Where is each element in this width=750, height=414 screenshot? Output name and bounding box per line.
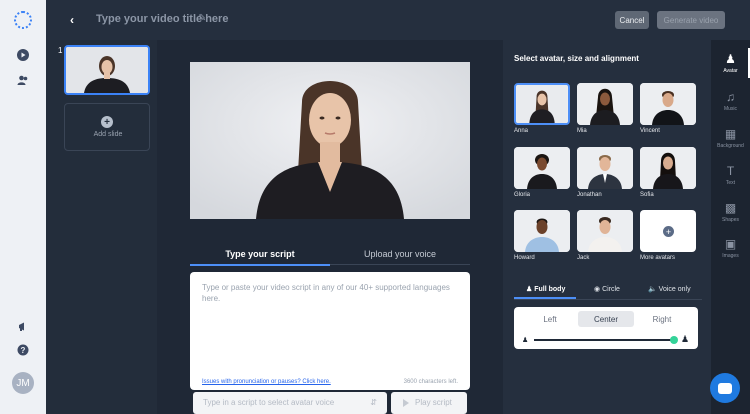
add-slide-button[interactable]: + Add slide xyxy=(64,103,150,151)
script-placeholder: Type or paste your video script in any o… xyxy=(202,283,450,303)
avatar-name: Vincent xyxy=(640,128,660,134)
background-grid-icon: ▦ xyxy=(724,127,737,141)
align-left-option[interactable]: Left xyxy=(522,311,578,327)
slide-avatar-image xyxy=(66,47,148,93)
slides-panel: 1 + Add slide xyxy=(46,40,157,414)
avatar-person-icon: ♟ xyxy=(725,52,736,66)
avatar-card-jonathan[interactable] xyxy=(577,147,633,189)
user-avatar[interactable]: JM xyxy=(12,372,34,394)
avatar-name: Gloria xyxy=(514,192,531,198)
avatar-card-sofia[interactable] xyxy=(640,147,696,189)
large-person-icon: ♟ xyxy=(681,334,690,344)
voice-select[interactable]: Type in a script to select avatar voice … xyxy=(193,392,387,414)
top-bar: ‹ Type your video title here ✎ Cancel Ge… xyxy=(46,0,750,40)
pronunciation-help-link[interactable]: Issues with pronunciation or pauses? Cli… xyxy=(202,379,331,385)
back-chevron-icon[interactable]: ‹ xyxy=(70,13,74,27)
video-preview[interactable] xyxy=(190,62,470,219)
video-title-input[interactable]: Type your video title here xyxy=(96,13,228,25)
add-slide-label: Add slide xyxy=(93,131,123,138)
megaphone-icon[interactable] xyxy=(15,318,31,334)
tab-type-script[interactable]: Type your script xyxy=(190,249,330,266)
tab-circle-label: Circle xyxy=(602,286,620,293)
avatar-name: More avatars xyxy=(640,255,676,261)
tool-label: Avatar xyxy=(723,68,738,74)
avatar-name: Jack xyxy=(577,255,590,261)
person-icon: ♟ xyxy=(526,286,533,293)
tab-voice-only-label: Voice only xyxy=(658,286,691,293)
generate-video-button[interactable]: Generate video xyxy=(657,11,725,29)
tool-music[interactable]: ♫ Music xyxy=(711,90,750,112)
plus-icon: + xyxy=(663,226,674,237)
tab-full-body-label: Full body xyxy=(534,286,566,293)
avatar-name: Sofia xyxy=(640,192,654,198)
updown-chevron-icon: ⇵ xyxy=(370,398,377,407)
avatar-shape-tabs: ♟ Full body ◉ Circle 🔈 Voice only xyxy=(514,282,702,300)
chat-support-button[interactable] xyxy=(710,373,740,403)
avatar-name: Jonathan xyxy=(577,192,602,198)
avatar-card-jack[interactable] xyxy=(577,210,633,252)
characters-left: 3600 characters left. xyxy=(403,379,458,385)
align-center-option[interactable]: Center xyxy=(578,311,634,327)
play-script-label: Play script xyxy=(415,398,452,407)
tool-label: Shapes xyxy=(722,217,739,223)
tool-background[interactable]: ▦ Background xyxy=(711,127,750,149)
tab-upload-voice[interactable]: Upload your voice xyxy=(330,249,470,259)
avatar-name: Howard xyxy=(514,255,535,261)
tab-voice-only[interactable]: 🔈 Voice only xyxy=(648,285,691,293)
plus-icon: + xyxy=(101,116,113,128)
align-right-option[interactable]: Right xyxy=(634,311,690,327)
alignment-control: Left Center Right ♟ ♟ xyxy=(514,307,698,349)
tab-circle[interactable]: ◉ Circle xyxy=(594,285,620,293)
music-note-icon: ♫ xyxy=(726,90,735,104)
image-icon: ▣ xyxy=(724,237,737,251)
play-icon xyxy=(403,399,409,407)
more-avatars-button[interactable]: + xyxy=(640,210,696,252)
tool-text[interactable]: T Text xyxy=(711,164,750,186)
avatar-panel: Select avatar, size and alignment Anna M… xyxy=(503,40,711,414)
play-icon[interactable] xyxy=(15,47,31,63)
people-icon[interactable] xyxy=(15,72,31,88)
pencil-icon[interactable]: ✎ xyxy=(198,13,206,24)
logo-icon[interactable] xyxy=(14,11,32,29)
tool-label: Background xyxy=(717,143,744,149)
size-slider-handle[interactable] xyxy=(670,336,678,344)
speaker-icon: 🔈 xyxy=(648,286,657,293)
avatar-card-anna[interactable] xyxy=(514,83,570,125)
slide-number: 1 xyxy=(58,46,63,55)
avatar-card-howard[interactable] xyxy=(514,210,570,252)
avatar-name: Anna xyxy=(514,128,529,134)
preview-avatar-image xyxy=(190,62,470,219)
avatar-name: Mia xyxy=(577,128,587,134)
chat-bubble-icon xyxy=(718,382,732,394)
tool-sidebar: ♟ Avatar ♫ Music ▦ Background T Text ▩ S… xyxy=(711,40,750,414)
cancel-button[interactable]: Cancel xyxy=(615,11,649,29)
slide-thumbnail[interactable] xyxy=(64,45,150,95)
text-t-icon: T xyxy=(726,164,735,178)
tool-shapes[interactable]: ▩ Shapes xyxy=(711,201,750,223)
script-textarea[interactable]: Type or paste your video script in any o… xyxy=(190,272,470,390)
nav-rail: ? JM xyxy=(0,0,46,414)
avatar-card-gloria[interactable] xyxy=(514,147,570,189)
tool-label: Music xyxy=(723,106,738,112)
tab-full-body[interactable]: ♟ Full body xyxy=(526,285,565,293)
circle-avatar-icon: ◉ xyxy=(594,286,601,293)
small-person-icon: ♟ xyxy=(522,337,529,344)
help-icon[interactable]: ? xyxy=(15,342,31,358)
play-script-button[interactable]: Play script xyxy=(391,392,467,414)
shapes-icon: ▩ xyxy=(724,201,737,215)
tool-avatar[interactable]: ♟ Avatar xyxy=(711,48,750,78)
size-slider-track[interactable] xyxy=(534,339,674,341)
tool-images[interactable]: ▣ Images xyxy=(711,237,750,259)
avatar-card-vincent[interactable] xyxy=(640,83,696,125)
editor-area: Type your script Upload your voice Type … xyxy=(157,40,503,414)
svg-text:?: ? xyxy=(21,346,26,355)
avatar-card-mia[interactable] xyxy=(577,83,633,125)
panel-heading: Select avatar, size and alignment xyxy=(514,54,639,63)
tool-label: Text xyxy=(725,180,736,186)
tool-label: Images xyxy=(722,253,739,259)
active-tab-underline xyxy=(514,297,576,299)
voice-select-placeholder: Type in a script to select avatar voice xyxy=(203,398,335,407)
script-tabs: Type your script Upload your voice xyxy=(190,245,470,266)
